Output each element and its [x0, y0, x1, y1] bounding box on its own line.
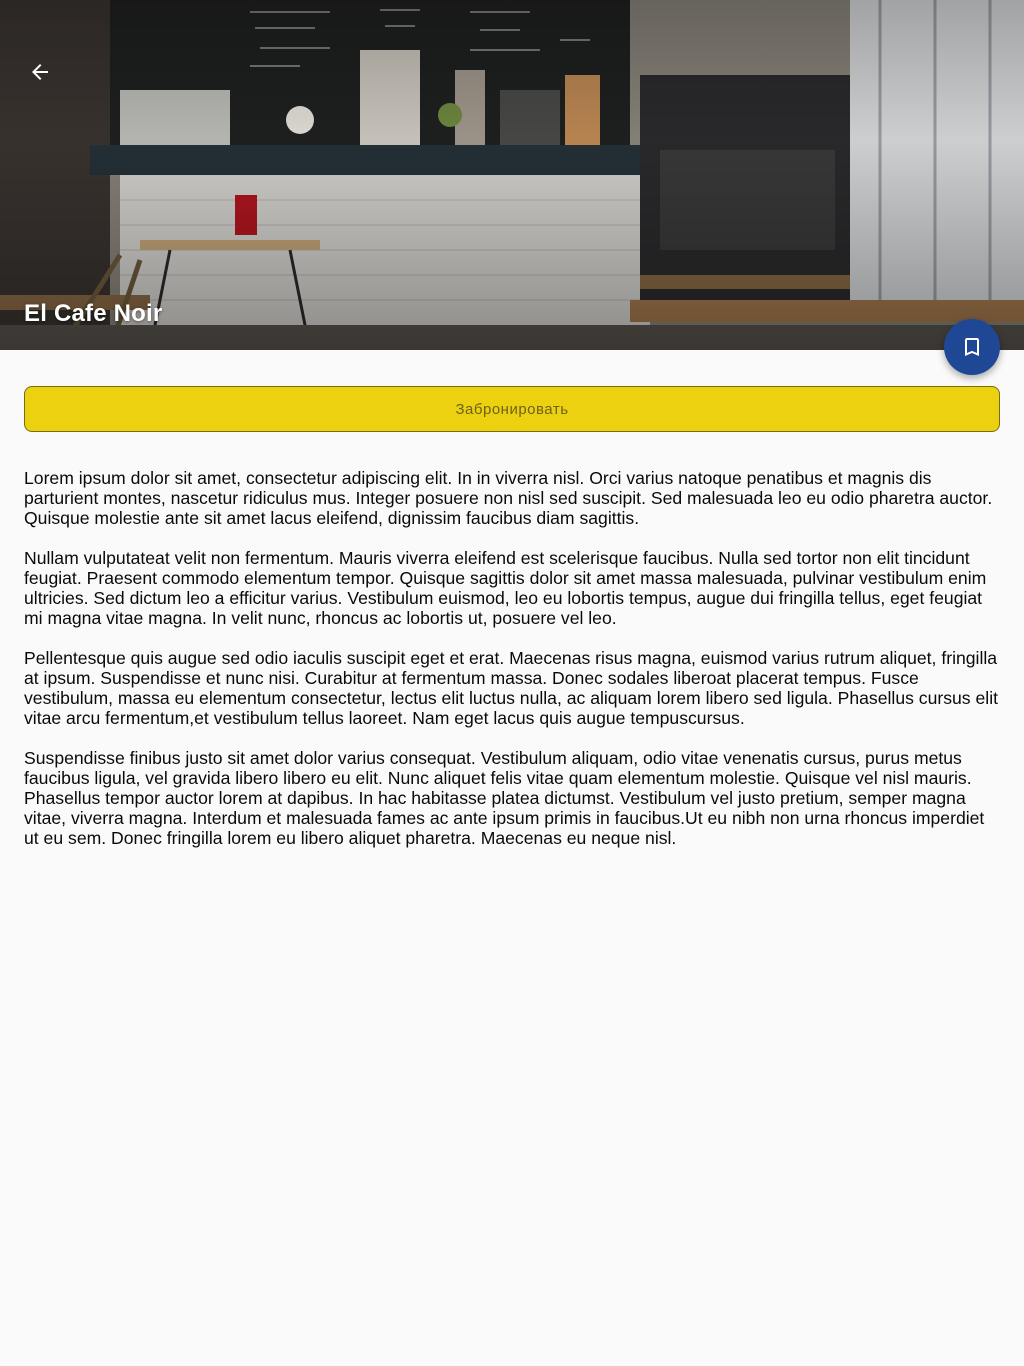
hero-shade — [0, 0, 1024, 350]
description: Lorem ipsum dolor sit amet, consectetur … — [24, 468, 1000, 868]
description-paragraph: Suspendisse finibus justo sit amet dolor… — [24, 748, 985, 848]
arrow-back-icon — [32, 64, 48, 80]
bookmark-button[interactable] — [944, 319, 1000, 375]
description-paragraph: Lorem ipsum dolor sit amet, consectetur … — [24, 468, 993, 528]
description-paragraph: Pellentesque quis augue sed odio iaculis… — [24, 648, 998, 728]
hero-image: El Cafe Noir — [0, 0, 1024, 350]
bookmark-icon — [965, 338, 979, 356]
book-button[interactable]: Забронировать — [24, 386, 1000, 432]
back-button[interactable] — [16, 48, 64, 96]
page-title: El Cafe Noir — [24, 300, 163, 327]
description-paragraph: Nullam vulputateat velit non fermentum. … — [24, 548, 987, 628]
